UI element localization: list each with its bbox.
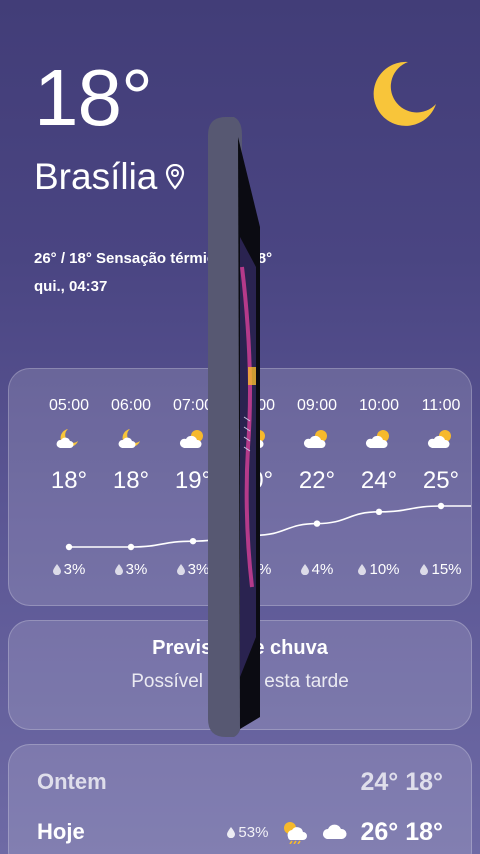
hour-temperature: 25°: [422, 467, 460, 494]
day-temps: 26° 18°: [360, 817, 443, 846]
hourly-item: 10:00 24° 10%: [348, 369, 410, 605]
raindrop-icon: [358, 564, 367, 575]
hourly-item: 09:00 22° 4%: [286, 369, 348, 605]
hour-precipitation: 3%: [100, 561, 162, 578]
hour-precipitation: 10%: [348, 561, 410, 578]
daily-row-yesterday[interactable]: Ontem 24° 18°: [37, 765, 443, 799]
hour-precipitation: 4%: [286, 561, 348, 578]
hour-time: 06:00: [110, 397, 152, 414]
rotating-screen-overlay: [208, 117, 260, 737]
hour-temperature: 24°: [360, 467, 398, 494]
raindrop-icon: [176, 564, 185, 575]
moon-cloud-icon: [56, 429, 78, 448]
hourly-item: 06:00 18° 3%: [100, 369, 162, 605]
hour-time: 05:00: [48, 397, 90, 414]
date-time: qui., 04:37: [34, 278, 108, 295]
moon-cloud-icon: [118, 429, 140, 448]
hour-temperature: 22°: [298, 467, 336, 494]
cloud-icon: [323, 824, 347, 839]
hour-precipitation-value: 15%: [431, 561, 462, 578]
sun-cloud-icon: [427, 430, 451, 448]
moon-icon: [373, 61, 436, 126]
hour-precipitation-value: 10%: [369, 561, 400, 578]
hour-precipitation-value: 3%: [63, 561, 86, 578]
daily-forecast-card[interactable]: Ontem 24° 18° Hoje 53% 26° 18°: [8, 744, 472, 854]
hour-precipitation: 3%: [38, 561, 100, 578]
sun-cloud-icon: [303, 430, 327, 448]
hour-time: 09:00: [296, 397, 338, 414]
day-precipitation-value: 53%: [238, 823, 269, 841]
day-precipitation: 53%: [227, 824, 268, 841]
day-name: Ontem: [37, 769, 107, 794]
hour-temperature: 18°: [112, 467, 150, 494]
raindrop-icon: [227, 826, 236, 838]
hour-temperature: 18°: [50, 467, 88, 494]
hour-precipitation: 15%: [410, 561, 471, 578]
hour-precipitation-value: 3%: [187, 561, 210, 578]
raindrop-icon: [52, 564, 61, 575]
raindrop-icon: [420, 564, 429, 575]
location-pin-icon: [166, 164, 185, 190]
day-temps: 24° 18°: [360, 767, 443, 796]
hour-precipitation-value: 4%: [311, 561, 334, 578]
hour-precipitation-value: 3%: [125, 561, 148, 578]
sun-cloud-icon: [365, 430, 389, 448]
raindrop-icon: [114, 564, 123, 575]
hour-time: 11:00: [421, 397, 461, 414]
hourly-item: 05:00 18° 3%: [38, 369, 100, 605]
city-name[interactable]: Brasília: [34, 156, 157, 198]
hour-time: 10:00: [358, 397, 400, 414]
sun-rain-cloud-icon: [284, 822, 308, 844]
sun-cloud-icon: [179, 430, 203, 448]
current-temperature: 18°: [34, 53, 153, 142]
city-name-row[interactable]: Brasília: [34, 156, 185, 198]
day-name: Hoje: [37, 819, 85, 844]
hourly-item: 11:00 25° 15%: [410, 369, 471, 605]
raindrop-icon: [300, 564, 309, 575]
daily-row-today[interactable]: Hoje 53% 26° 18°: [37, 815, 443, 849]
